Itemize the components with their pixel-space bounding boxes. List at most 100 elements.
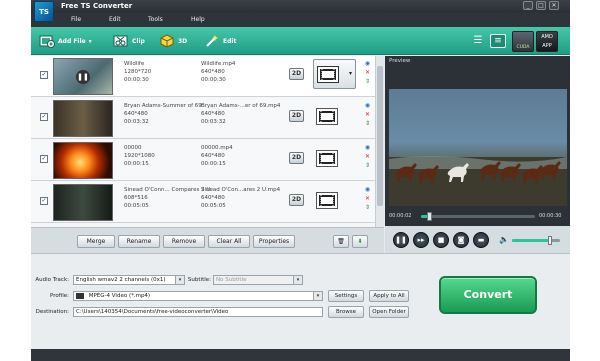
close-button[interactable]: ✕ (549, 1, 559, 10)
maximize-button[interactable]: □ (536, 1, 546, 10)
convert-button[interactable]: Convert (439, 276, 537, 314)
file-checkbox[interactable]: ✓ (40, 113, 48, 121)
reorder-icon[interactable]: ⇕ (364, 120, 371, 127)
remove-icon[interactable]: ✕ (364, 69, 371, 76)
destination-label: Destination: (35, 309, 69, 315)
horses-scene (389, 156, 567, 206)
open-folder-button[interactable]: Open Folder (369, 306, 409, 318)
trash-icon[interactable]: 🗑 (333, 235, 349, 248)
file-checkbox[interactable]: ✓ (40, 197, 48, 205)
clear-all-button[interactable]: Clear All (208, 235, 250, 248)
playback-controls: ❚❚ ▸▸ ■ ◙ ▬ 🔈 (385, 226, 570, 253)
remove-button[interactable]: Remove (163, 235, 205, 248)
file-row[interactable]: ✓ ❚❚ Wildlife 1280*720 00:00:30 Wildlife… (31, 56, 384, 97)
film-add-icon (39, 34, 55, 48)
apply-to-all-button[interactable]: Apply to All (369, 290, 409, 302)
stop-icon[interactable]: ■ (433, 232, 449, 248)
move-down-icon[interactable]: ⬇ (352, 235, 368, 248)
source-info: Bryan Adams-Summer of 69 640*480 00:03:3… (124, 103, 202, 125)
reorder-icon[interactable]: ⇕ (364, 78, 371, 85)
volume-handle[interactable] (548, 236, 553, 245)
2d-3d-toggle[interactable]: 2D (289, 194, 304, 206)
reorder-icon[interactable]: ⇕ (364, 162, 371, 169)
snapshot-icon[interactable]: ◙ (453, 232, 469, 248)
action-bar: Merge Rename Remove Clear All Properties… (31, 227, 384, 253)
file-list-scrollbar[interactable] (375, 56, 384, 227)
folder-icon[interactable]: ▬ (473, 232, 489, 248)
chevron-down-icon[interactable]: ▾ (293, 276, 302, 284)
fast-forward-icon[interactable]: ▸▸ (413, 232, 429, 248)
2d-3d-toggle[interactable]: 2D (289, 68, 304, 80)
edit-button[interactable]: Edit (204, 33, 236, 49)
volume-fill (512, 239, 551, 242)
remove-icon[interactable]: ✕ (364, 153, 371, 160)
rename-button[interactable]: Rename (118, 235, 160, 248)
browse-button[interactable]: Browse (328, 306, 364, 318)
film-format-icon[interactable] (316, 150, 338, 167)
add-file-button[interactable]: Add File ▾ (39, 33, 92, 49)
app-window: TS Free TS Converter _ □ ✕ File Edit Too… (31, 0, 570, 361)
info-icon[interactable]: ◉ (364, 60, 371, 67)
menu-bar: File Edit Tools Help (31, 13, 570, 27)
reorder-icon[interactable]: ⇕ (364, 204, 371, 211)
file-checkbox[interactable]: ✓ (40, 155, 48, 163)
title-bar: TS Free TS Converter _ □ ✕ (31, 0, 570, 22)
file-row[interactable]: ✓ Bryan Adams-Summer of 69 640*480 00:03… (31, 98, 384, 139)
pause-icon[interactable]: ❚❚ (393, 232, 409, 248)
audio-track-select[interactable]: English wmav2 2 channels (0x1) ▾ (73, 275, 185, 285)
cuda-badge: CUDA (512, 31, 534, 52)
2d-3d-toggle[interactable]: 2D (289, 110, 304, 122)
file-row[interactable]: ✓ Sinead O'Conn... Compares 2 U 608*516 … (31, 182, 384, 223)
file-checkbox[interactable]: ✓ (40, 71, 48, 79)
menu-file[interactable]: File (71, 16, 81, 23)
2d-3d-toggle[interactable]: 2D (289, 152, 304, 164)
chevron-down-icon[interactable]: ▾ (313, 292, 322, 300)
3d-button[interactable]: 3D (159, 33, 187, 49)
film-format-icon[interactable] (316, 108, 338, 125)
video-thumbnail[interactable] (53, 184, 113, 221)
menu-help[interactable]: Help (191, 16, 205, 23)
menu-edit[interactable]: Edit (109, 16, 121, 23)
chevron-down-icon[interactable]: ▾ (89, 38, 92, 45)
preview-label: Preview (389, 58, 411, 64)
chevron-down-icon[interactable]: ▾ (349, 70, 352, 77)
minimize-button[interactable]: _ (523, 1, 533, 10)
output-info: Wildlife.mp4 640*480 00:00:30 (201, 61, 236, 83)
clip-button[interactable]: Clip (113, 33, 145, 49)
menu-tools[interactable]: Tools (148, 16, 163, 23)
video-thumbnail[interactable] (53, 142, 113, 179)
detail-view-icon[interactable]: ≡ (490, 34, 506, 48)
output-settings: Audio Track: English wmav2 2 channels (0… (31, 253, 570, 349)
file-row[interactable]: ✓ 00000 1920*1080 00:00:15 00000.mp4 640… (31, 140, 384, 181)
scrollbar-thumb[interactable] (377, 66, 383, 206)
output-format-dropdown[interactable]: ▾ (313, 59, 356, 89)
magic-wand-icon (204, 34, 220, 48)
settings-button[interactable]: Settings (328, 290, 364, 302)
properties-button[interactable]: Properties (253, 235, 295, 248)
film-format-icon[interactable] (316, 192, 338, 209)
remove-icon[interactable]: ✕ (364, 195, 371, 202)
film-format-icon (317, 66, 339, 83)
pause-icon[interactable]: ❚❚ (76, 70, 90, 84)
subtitle-select[interactable]: No Subtitle ▾ (213, 275, 303, 285)
seek-bar[interactable] (421, 212, 535, 221)
video-thumbnail[interactable] (53, 100, 113, 137)
info-icon[interactable]: ◉ (364, 186, 371, 193)
audio-track-label: Audio Track: (35, 277, 69, 283)
merge-button[interactable]: Merge (77, 235, 115, 248)
scissors-film-icon (113, 34, 129, 48)
video-thumbnail[interactable]: ❚❚ (53, 58, 113, 95)
preview-video[interactable] (389, 89, 567, 206)
profile-select[interactable]: MPEG-4 Video (*.mp4) ▾ (73, 291, 323, 301)
volume-slider[interactable] (512, 236, 560, 245)
volume-icon[interactable]: 🔈 (499, 235, 509, 244)
remove-icon[interactable]: ✕ (364, 111, 371, 118)
destination-input[interactable]: C:\Users\140354\Documents\free-videoconv… (73, 307, 323, 317)
source-info: Sinead O'Conn... Compares 2 U 608*516 00… (124, 187, 211, 209)
info-icon[interactable]: ◉ (364, 144, 371, 151)
info-icon[interactable]: ◉ (364, 102, 371, 109)
add-file-label: Add File (58, 37, 86, 45)
seek-handle[interactable] (426, 212, 432, 221)
list-view-icon[interactable]: ☰ (471, 35, 485, 47)
source-info: 00000 1920*1080 00:00:15 (124, 145, 155, 167)
